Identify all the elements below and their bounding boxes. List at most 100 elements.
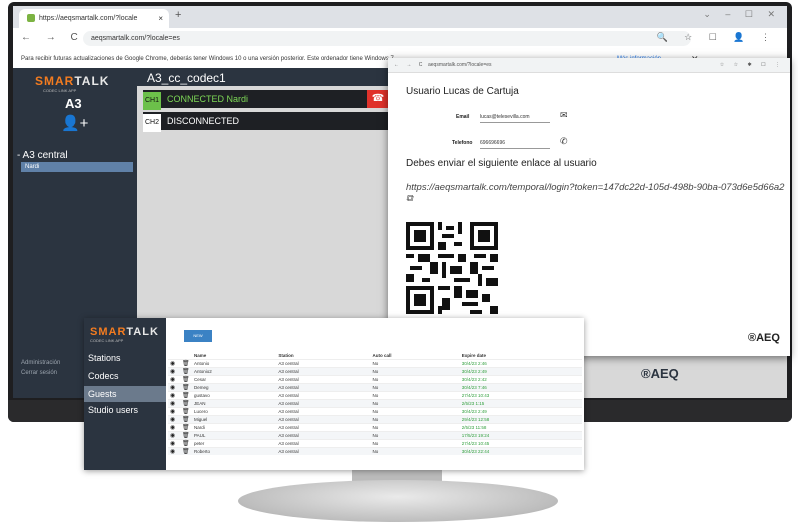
cell-auto-call: No — [370, 431, 460, 440]
aeq-brand-logo: ®AEQ — [748, 332, 780, 344]
phone-field[interactable]: 696696696 — [480, 140, 550, 149]
delete-trash-icon[interactable]: 🗑 — [180, 423, 192, 432]
cell-name: gustavo — [192, 391, 277, 400]
delete-trash-icon[interactable]: 🗑 — [180, 447, 192, 455]
menu-guests[interactable]: Guests — [84, 386, 166, 402]
cell-expire-date: 27/4/23 10:45 — [459, 439, 582, 448]
logout-link[interactable]: Cerrar sesión — [21, 368, 60, 378]
delete-trash-icon[interactable]: 🗑 — [180, 367, 192, 376]
nav-buttons[interactable]: ← → C — [21, 32, 84, 43]
whatsapp-icon[interactable]: ✆ — [560, 136, 568, 147]
mail-icon[interactable]: ✉ — [560, 110, 568, 121]
table-row[interactable]: ◉ 🗑 Roberto A3 central No 30/4/23 22:44 — [168, 447, 582, 455]
cell-name: Nardi — [192, 423, 277, 432]
view-eye-icon[interactable]: ◉ — [168, 399, 180, 408]
new-tab-button[interactable]: + — [175, 9, 181, 21]
view-eye-icon[interactable]: ◉ — [168, 367, 180, 376]
delete-trash-icon[interactable]: 🗑 — [180, 407, 192, 416]
tab-close-icon[interactable]: × — [158, 9, 163, 28]
overlay-nav[interactable]: ← → C — [394, 58, 425, 72]
cell-expire-date: 30/4/23 2:46 — [459, 359, 582, 368]
toolbar-icons[interactable]: 🔍 ☆ ☐ 👤 ⋮ — [656, 32, 777, 43]
guests-table: Name Station Auto call Expire date ◉ 🗑 Ant… — [168, 352, 582, 455]
menu-studio-users[interactable]: Studio users — [84, 402, 166, 418]
delete-trash-icon[interactable]: 🗑 — [180, 391, 192, 400]
address-bar-row: ← → C aeqsmartalk.com/?locale=es 🔍 ☆ ☐ 👤… — [13, 28, 787, 51]
browser-tab[interactable]: https://aeqsmartalk.com/?locale × — [19, 9, 169, 28]
temporal-login-link[interactable]: https://aeqsmartalk.com/temporal/login?t… — [406, 182, 790, 204]
cell-expire-date: 17/5/23 19:24 — [459, 431, 582, 440]
menu-codecs[interactable]: Codecs — [84, 368, 166, 384]
delete-trash-icon[interactable]: 🗑 — [180, 431, 192, 440]
table-row[interactable]: ◉ 🗑 Lucero A3 central No 30/4/23 2:49 — [168, 407, 582, 416]
aeq-brand-logo: ®AEQ — [641, 366, 679, 381]
cell-station: A3 central — [276, 367, 371, 376]
cell-station: A3 central — [276, 399, 371, 408]
window-controls[interactable]: ⌄ – ☐ ✕ — [703, 9, 781, 20]
delete-trash-icon[interactable]: 🗑 — [180, 439, 192, 448]
add-user-icon[interactable]: 👤+ — [61, 114, 88, 132]
cell-expire-date: 30/4/23 2:49 — [459, 367, 582, 376]
smartalk-logo: SMARTALK — [90, 326, 159, 338]
cell-station: A3 central — [276, 407, 371, 416]
channel-2[interactable]: CH2 DISCONNECTED — [143, 112, 389, 132]
view-eye-icon[interactable]: ◉ — [168, 423, 180, 432]
table-row[interactable]: ◉ 🗑 JEAN A3 central No 2/5/23 1:15 — [168, 399, 582, 408]
delete-trash-icon[interactable]: 🗑 — [180, 415, 192, 424]
new-guest-button[interactable]: NEW — [184, 330, 212, 342]
delete-trash-icon[interactable]: 🗑 — [180, 359, 192, 368]
hangup-phone-icon[interactable]: ☎ — [367, 90, 389, 108]
table-row[interactable]: ◉ 🗑 Demeg A3 central No 30/4/23 7:46 — [168, 383, 582, 392]
table-row[interactable]: ◉ 🗑 Nardi A3 central No 2/5/23 11:58 — [168, 423, 582, 432]
cell-auto-call: No — [370, 359, 460, 368]
cell-expire-date: 2/5/23 11:58 — [459, 423, 582, 432]
cell-expire-date: 27/4/23 10:43 — [459, 391, 582, 400]
view-eye-icon[interactable]: ◉ — [168, 375, 180, 384]
col-expire-date[interactable]: Expire date — [460, 352, 582, 360]
menu-stations[interactable]: Stations — [84, 350, 166, 366]
table-row[interactable]: ◉ 🗑 Cesar A3 central No 30/4/23 2:42 — [168, 375, 582, 384]
view-eye-icon[interactable]: ◉ — [168, 415, 180, 424]
cell-station: A3 central — [276, 359, 371, 368]
tab-bar: https://aeqsmartalk.com/?locale × + ⌄ – … — [13, 6, 787, 28]
view-eye-icon[interactable]: ◉ — [168, 391, 180, 400]
overlay-toolbar-icons[interactable]: ☆ ☆ ✱ ☐ ⋮ — [720, 58, 784, 72]
table-row[interactable]: ◉ 🗑 PAUL A3 central No 17/5/23 19:24 — [168, 431, 582, 440]
studio-title: A3 — [65, 96, 82, 111]
group-label[interactable]: - A3 central — [17, 150, 68, 161]
email-field[interactable]: lucas@telesevilla.com — [480, 114, 550, 123]
guests-panel: SMARTALK CODEC LINK APP Stations Codecs … — [84, 318, 584, 470]
delete-trash-icon[interactable]: 🗑 — [180, 383, 192, 392]
table-row[interactable]: ◉ 🗑 Antonio2 A3 central No 30/4/23 2:49 — [168, 367, 582, 376]
group-item-nardi[interactable]: Nardi — [21, 162, 133, 172]
cell-auto-call: No — [370, 407, 460, 416]
cell-station: A3 central — [276, 423, 371, 432]
table-row[interactable]: ◉ 🗑 Miguel A3 central No 29/4/23 12:58 — [168, 415, 582, 424]
overlay-url[interactable]: aeqsmartalk.com/?locale=es — [428, 58, 492, 72]
sidebar-links: Administración Cerrar sesión — [21, 358, 60, 378]
view-eye-icon[interactable]: ◉ — [168, 383, 180, 392]
table-row[interactable]: ◉ 🗑 gustavo A3 central No 27/4/23 10:43 — [168, 391, 582, 400]
admin-link[interactable]: Administración — [21, 358, 60, 368]
cell-station: A3 central — [276, 431, 371, 440]
view-eye-icon[interactable]: ◉ — [168, 407, 180, 416]
url-input[interactable]: aeqsmartalk.com/?locale=es — [83, 31, 691, 46]
view-eye-icon[interactable]: ◉ — [168, 439, 180, 448]
view-eye-icon[interactable]: ◉ — [168, 447, 180, 455]
channel-1[interactable]: CH1 CONNECTED Nardi ☎ — [143, 90, 389, 110]
delete-trash-icon[interactable]: 🗑 — [180, 375, 192, 384]
cell-expire-date: 30/4/23 2:49 — [459, 407, 582, 416]
channel-number: CH1 — [143, 92, 161, 110]
table-row[interactable]: ◉ 🗑 Antonio A3 central No 30/4/23 2:46 — [168, 359, 582, 368]
cell-station: A3 central — [276, 447, 371, 455]
table-row[interactable]: ◉ 🗑 peter A3 central No 27/4/23 10:45 — [168, 439, 582, 448]
col-auto-call[interactable]: Auto call — [370, 352, 459, 360]
view-eye-icon[interactable]: ◉ — [168, 359, 180, 368]
phone-label: Telefono — [452, 140, 473, 146]
delete-trash-icon[interactable]: 🗑 — [180, 399, 192, 408]
cell-auto-call: No — [370, 367, 460, 376]
col-station[interactable]: Station — [276, 352, 370, 360]
col-name[interactable]: Name — [192, 352, 276, 360]
view-eye-icon[interactable]: ◉ — [168, 431, 180, 440]
copy-icon[interactable]: ⧉ — [406, 193, 413, 204]
